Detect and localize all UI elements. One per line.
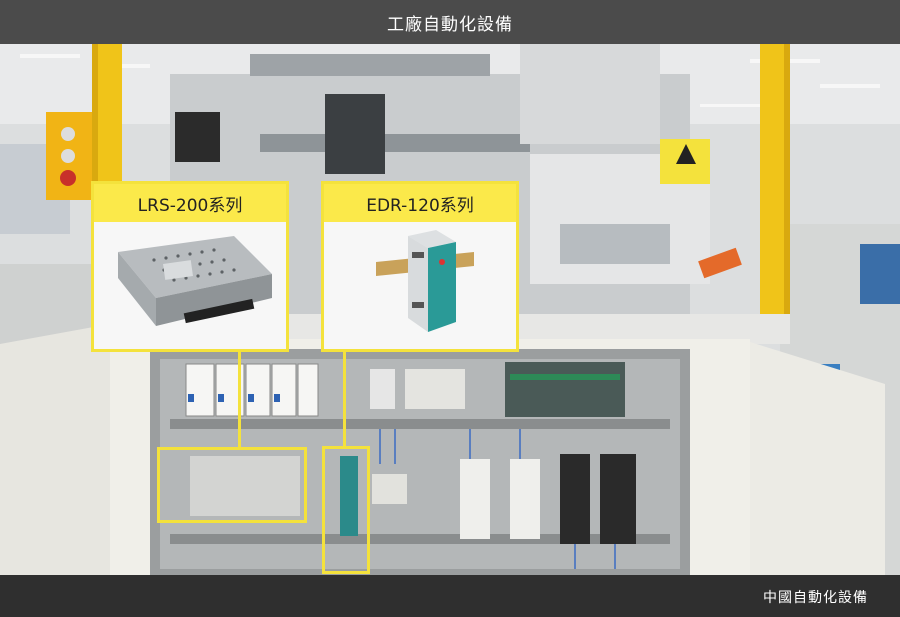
page-title-bar: 工廠自動化設備 [0,0,900,44]
lrs-200-product-image [94,222,286,349]
lrs-200-connector-line [238,350,241,448]
edr-120-connector-line [343,350,346,447]
lrs-200-callout: LRS-200系列 [91,181,289,352]
caption-text: 中國自動化設備 [763,590,868,606]
edr-120-highlight-box [322,446,370,574]
din-rail-power-supply-icon [324,222,516,349]
enclosed-power-supply-icon [94,222,286,349]
lrs-200-label: LRS-200系列 [94,184,286,222]
caption-bar: 中國自動化設備 [0,575,900,617]
edr-120-callout: EDR-120系列 [321,181,519,352]
page-title: 工廠自動化設備 [387,14,513,35]
edr-120-product-image [324,222,516,349]
lrs-200-highlight-box [157,447,307,523]
edr-120-label: EDR-120系列 [324,184,516,222]
